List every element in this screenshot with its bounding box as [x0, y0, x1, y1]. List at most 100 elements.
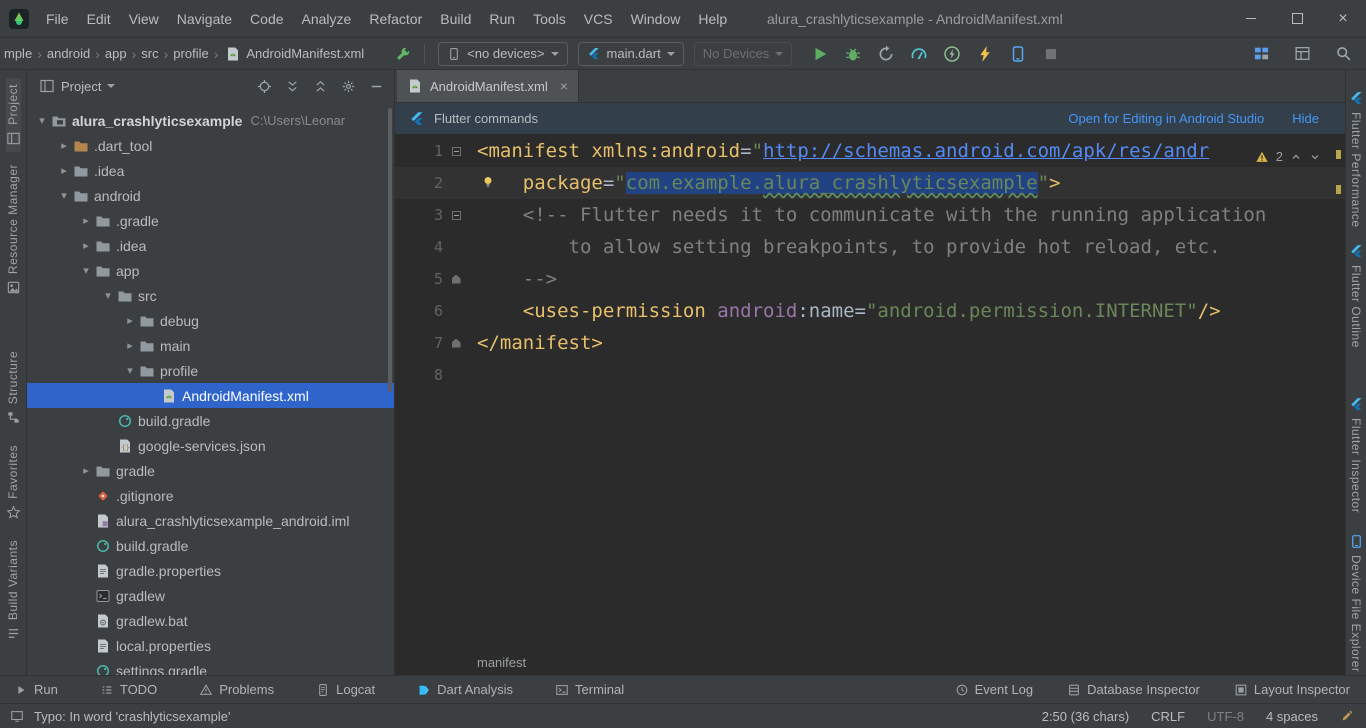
tool-button-resource-manager[interactable]: Resource Manager	[6, 158, 21, 301]
tool-window-button-problems[interactable]: Problems	[199, 682, 274, 697]
project-structure-button[interactable]	[1248, 42, 1274, 66]
chevron-down-icon[interactable]	[107, 84, 115, 88]
menu-help[interactable]: Help	[689, 11, 736, 27]
error-stripe-mark[interactable]	[1336, 150, 1341, 159]
hide-notification-link[interactable]: Hide	[1292, 111, 1319, 126]
breadcrumb-item-src[interactable]: src	[139, 46, 160, 61]
profiler-button[interactable]	[906, 42, 932, 66]
tree-item-build-gradle[interactable]: build.gradle	[27, 533, 394, 558]
editor-breadcrumb-item[interactable]: manifest	[477, 655, 526, 670]
breadcrumb-item-profile[interactable]: profile	[171, 46, 210, 61]
menu-file[interactable]: File	[37, 11, 78, 27]
menu-tools[interactable]: Tools	[524, 11, 575, 27]
write-access-icon[interactable]	[1340, 709, 1354, 723]
chevron-down-icon[interactable]: ▾	[121, 364, 139, 377]
settings-button[interactable]	[341, 79, 356, 94]
tool-window-button-dart-analysis[interactable]: Dart Analysis	[417, 682, 513, 697]
breadcrumb-item-app[interactable]: app	[103, 46, 129, 61]
code-line-8[interactable]: 8	[395, 359, 1345, 391]
tool-button-flutter-performance[interactable]: Flutter Performance	[1349, 85, 1364, 234]
breadcrumb-item-android[interactable]: android	[45, 46, 92, 61]
tree-item-gradle[interactable]: ▸.gradle	[27, 208, 394, 233]
next-issue-icon[interactable]	[1309, 151, 1321, 163]
tree-item-local-properties[interactable]: local.properties	[27, 633, 394, 658]
run-config-selector[interactable]: main.dart	[578, 42, 684, 66]
select-opened-file-button[interactable]	[257, 79, 272, 94]
code-line-5[interactable]: 5 -->	[395, 263, 1345, 295]
tree-item-gitignore[interactable]: .gitignore	[27, 483, 394, 508]
hot-restart-button[interactable]	[939, 42, 965, 66]
project-panel-title[interactable]: Project	[61, 79, 101, 94]
tool-button-build-variants[interactable]: Build Variants	[6, 534, 21, 647]
search-everywhere-button[interactable]	[1330, 42, 1356, 66]
tool-window-button-event-log[interactable]: Event Log	[955, 682, 1034, 697]
menu-build[interactable]: Build	[431, 11, 480, 27]
tree-item-gradlew[interactable]: gradlew	[27, 583, 394, 608]
open-in-android-studio-link[interactable]: Open for Editing in Android Studio	[1068, 111, 1264, 126]
breadcrumb-item-androidmanifest-xml[interactable]: AndroidManifest.xml	[244, 46, 366, 61]
tool-button-structure[interactable]: Structure	[6, 345, 21, 431]
tree-item-dart-tool[interactable]: ▸.dart_tool	[27, 133, 394, 158]
device-manager-button[interactable]	[1005, 42, 1031, 66]
close-tab-icon[interactable]: ×	[560, 78, 568, 94]
tool-window-button-run[interactable]: Run	[14, 682, 58, 697]
stop-button[interactable]	[1038, 42, 1064, 66]
line-separator[interactable]: CRLF	[1151, 709, 1185, 724]
minimize-button[interactable]	[1228, 0, 1274, 37]
file-encoding[interactable]: UTF-8	[1207, 709, 1244, 724]
tree-item-build-gradle[interactable]: build.gradle	[27, 408, 394, 433]
hot-reload-button[interactable]	[972, 42, 998, 66]
prev-issue-icon[interactable]	[1290, 151, 1302, 163]
code-line-7[interactable]: 7</manifest>	[395, 327, 1345, 359]
menu-analyze[interactable]: Analyze	[293, 11, 361, 27]
tool-window-button-logcat[interactable]: Logcat	[316, 682, 375, 697]
tree-item-settings-gradle[interactable]: settings.gradle	[27, 658, 394, 675]
tree-item-gradle[interactable]: ▸gradle	[27, 458, 394, 483]
layout-button[interactable]	[1289, 42, 1315, 66]
chevron-right-icon[interactable]: ▸	[55, 164, 73, 177]
hide-panel-button[interactable]	[369, 79, 384, 94]
code-line-1[interactable]: 1<manifest xmlns:android="http://schemas…	[395, 135, 1345, 167]
tab-androidmanifest-xml[interactable]: AndroidManifest.xml×	[397, 70, 579, 102]
menu-navigate[interactable]: Navigate	[168, 11, 241, 27]
tree-item-gradlew-bat[interactable]: gradlew.bat	[27, 608, 394, 633]
attach-debugger-button[interactable]	[873, 42, 899, 66]
tree-item-alura-crashlyticsexample[interactable]: ▾alura_crashlyticsexampleC:\Users\Leonar	[27, 108, 394, 133]
inspections-widget[interactable]: 2	[1255, 149, 1321, 164]
tree-item-alura-crashlyticsexample-android-iml[interactable]: alura_crashlyticsexample_android.iml	[27, 508, 394, 533]
device-selector[interactable]: <no devices>	[438, 42, 567, 66]
chevron-right-icon[interactable]: ▸	[77, 239, 95, 252]
tool-button-flutter-inspector[interactable]: Flutter Inspector	[1349, 391, 1364, 519]
menu-run[interactable]: Run	[480, 11, 524, 27]
chevron-down-icon[interactable]: ▾	[55, 189, 73, 202]
caret-position[interactable]: 2:50 (36 chars)	[1042, 709, 1129, 724]
close-button[interactable]: ×	[1320, 0, 1366, 37]
tool-window-button-terminal[interactable]: Terminal	[555, 682, 624, 697]
chevron-right-icon[interactable]: ▸	[121, 314, 139, 327]
tree-item-gradle-properties[interactable]: gradle.properties	[27, 558, 394, 583]
chevron-down-icon[interactable]: ▾	[99, 289, 117, 302]
collapse-all-button[interactable]	[313, 79, 328, 94]
tool-button-flutter-outline[interactable]: Flutter Outline	[1349, 238, 1364, 354]
fold-marker-icon[interactable]	[452, 211, 461, 220]
flutter-attach-button[interactable]	[390, 42, 416, 66]
menu-vcs[interactable]: VCS	[575, 11, 622, 27]
tree-item-idea[interactable]: ▸.idea	[27, 233, 394, 258]
fold-marker-icon[interactable]	[452, 275, 461, 284]
error-stripe-mark[interactable]	[1336, 185, 1341, 194]
intention-bulb-icon[interactable]	[481, 175, 495, 189]
chevron-right-icon[interactable]: ▸	[55, 139, 73, 152]
tree-item-app[interactable]: ▾app	[27, 258, 394, 283]
editor-breadcrumb[interactable]: manifest	[395, 649, 1345, 675]
fold-marker-icon[interactable]	[452, 339, 461, 348]
project-tree-scrollbar[interactable]	[388, 108, 392, 392]
tree-item-debug[interactable]: ▸debug	[27, 308, 394, 333]
code-editor[interactable]: 1<manifest xmlns:android="http://schemas…	[395, 135, 1345, 649]
debug-button[interactable]	[840, 42, 866, 66]
fold-marker-icon[interactable]	[452, 147, 461, 156]
menu-code[interactable]: Code	[241, 11, 292, 27]
chevron-right-icon[interactable]: ▸	[77, 214, 95, 227]
code-line-2[interactable]: 2 package="com.example.alura_crashlytics…	[395, 167, 1345, 199]
tree-item-main[interactable]: ▸main	[27, 333, 394, 358]
chevron-right-icon[interactable]: ▸	[121, 339, 139, 352]
